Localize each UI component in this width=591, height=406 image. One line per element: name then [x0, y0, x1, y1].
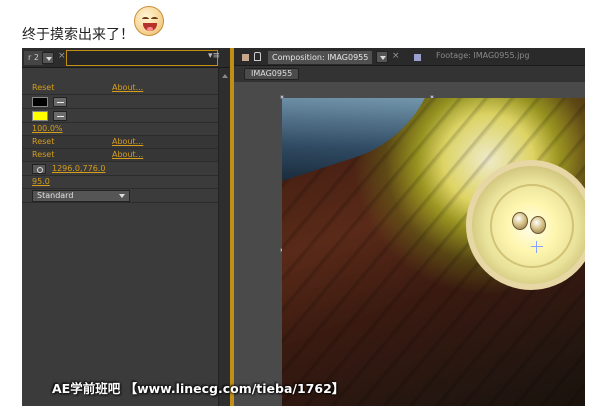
footage-square-icon — [414, 54, 421, 61]
watermark-text: AE学前班吧 【www.linecg.com/tieba/1762】 — [52, 381, 345, 396]
point-value[interactable]: 1296.0,776.0 — [52, 164, 105, 173]
close-icon[interactable]: × — [392, 51, 400, 61]
about-link[interactable]: About... — [112, 83, 143, 92]
reset-link[interactable]: Reset — [32, 150, 54, 159]
number-value[interactable]: 95.0 — [32, 177, 50, 186]
composition-dropdown-icon[interactable] — [376, 51, 388, 63]
color-swatch-yellow[interactable] — [32, 111, 48, 121]
grinning-emoji-icon — [134, 6, 164, 36]
footage-image — [282, 98, 585, 406]
color-row-1 — [22, 95, 218, 109]
about-link[interactable]: About... — [112, 150, 143, 159]
eyedropper-icon[interactable] — [53, 97, 67, 107]
emoji-left-eye — [142, 17, 149, 21]
effect-controls-header: r 2 × ▾≡ — [22, 48, 230, 68]
point-row: 1296.0,776.0 — [22, 162, 218, 176]
effect-row-3: Reset About... — [22, 149, 218, 162]
mode-row: Standard — [22, 189, 218, 203]
mode-select[interactable]: Standard — [32, 190, 130, 202]
after-effects-screenshot: r 2 × ▾≡ Reset About... 100.0% Reset Abo… — [22, 48, 585, 406]
effect-controls-tab[interactable]: r 2 — [24, 51, 43, 65]
bead — [530, 216, 546, 234]
anchor-crosshair-icon[interactable] — [531, 241, 543, 253]
bead — [512, 212, 528, 230]
tab-dropdown-icon[interactable] — [42, 52, 54, 64]
effect-controls-scrollbar[interactable] — [218, 68, 230, 406]
percent-row: 100.0% — [22, 123, 218, 136]
reset-link[interactable]: Reset — [32, 83, 54, 92]
panel-title-field — [66, 50, 218, 66]
about-link[interactable]: About... — [112, 137, 143, 146]
composition-subbar: IMAG0955 — [234, 66, 585, 82]
composition-viewer[interactable] — [234, 82, 585, 406]
panel-color-square-icon — [242, 54, 249, 61]
bottle-cap — [466, 160, 585, 290]
percent-value[interactable]: 100.0% — [32, 124, 63, 133]
emoji-tongue — [147, 27, 153, 31]
eyedropper-icon[interactable] — [53, 111, 67, 121]
close-icon[interactable]: × — [58, 51, 66, 61]
effect-row-1: Reset About... — [22, 82, 218, 95]
tab-composition[interactable]: Composition: IMAG0955 — [268, 51, 373, 64]
effect-controls-panel: r 2 × ▾≡ Reset About... 100.0% Reset Abo… — [22, 48, 230, 406]
reset-link[interactable]: Reset — [32, 137, 54, 146]
composition-name-tab[interactable]: IMAG0955 — [244, 68, 300, 80]
composition-panel: Composition: IMAG0955 × Footage: IMAG095… — [234, 48, 585, 406]
tab-footage[interactable]: Footage: IMAG0955.jpg — [436, 51, 529, 60]
emoji-right-eye — [151, 17, 158, 21]
effect-row-2: Reset About... — [22, 136, 218, 149]
post-text: 终于摸索出来了！ — [22, 27, 134, 43]
color-swatch-black[interactable] — [32, 97, 48, 107]
color-row-2 — [22, 109, 218, 123]
panel-menu-icon[interactable]: ▾≡ — [208, 51, 220, 61]
crosshair-point-icon[interactable] — [32, 164, 46, 174]
number-row: 95.0 — [22, 176, 218, 189]
composition-header: Composition: IMAG0955 × Footage: IMAG095… — [234, 48, 585, 66]
lock-icon[interactable] — [254, 52, 261, 61]
